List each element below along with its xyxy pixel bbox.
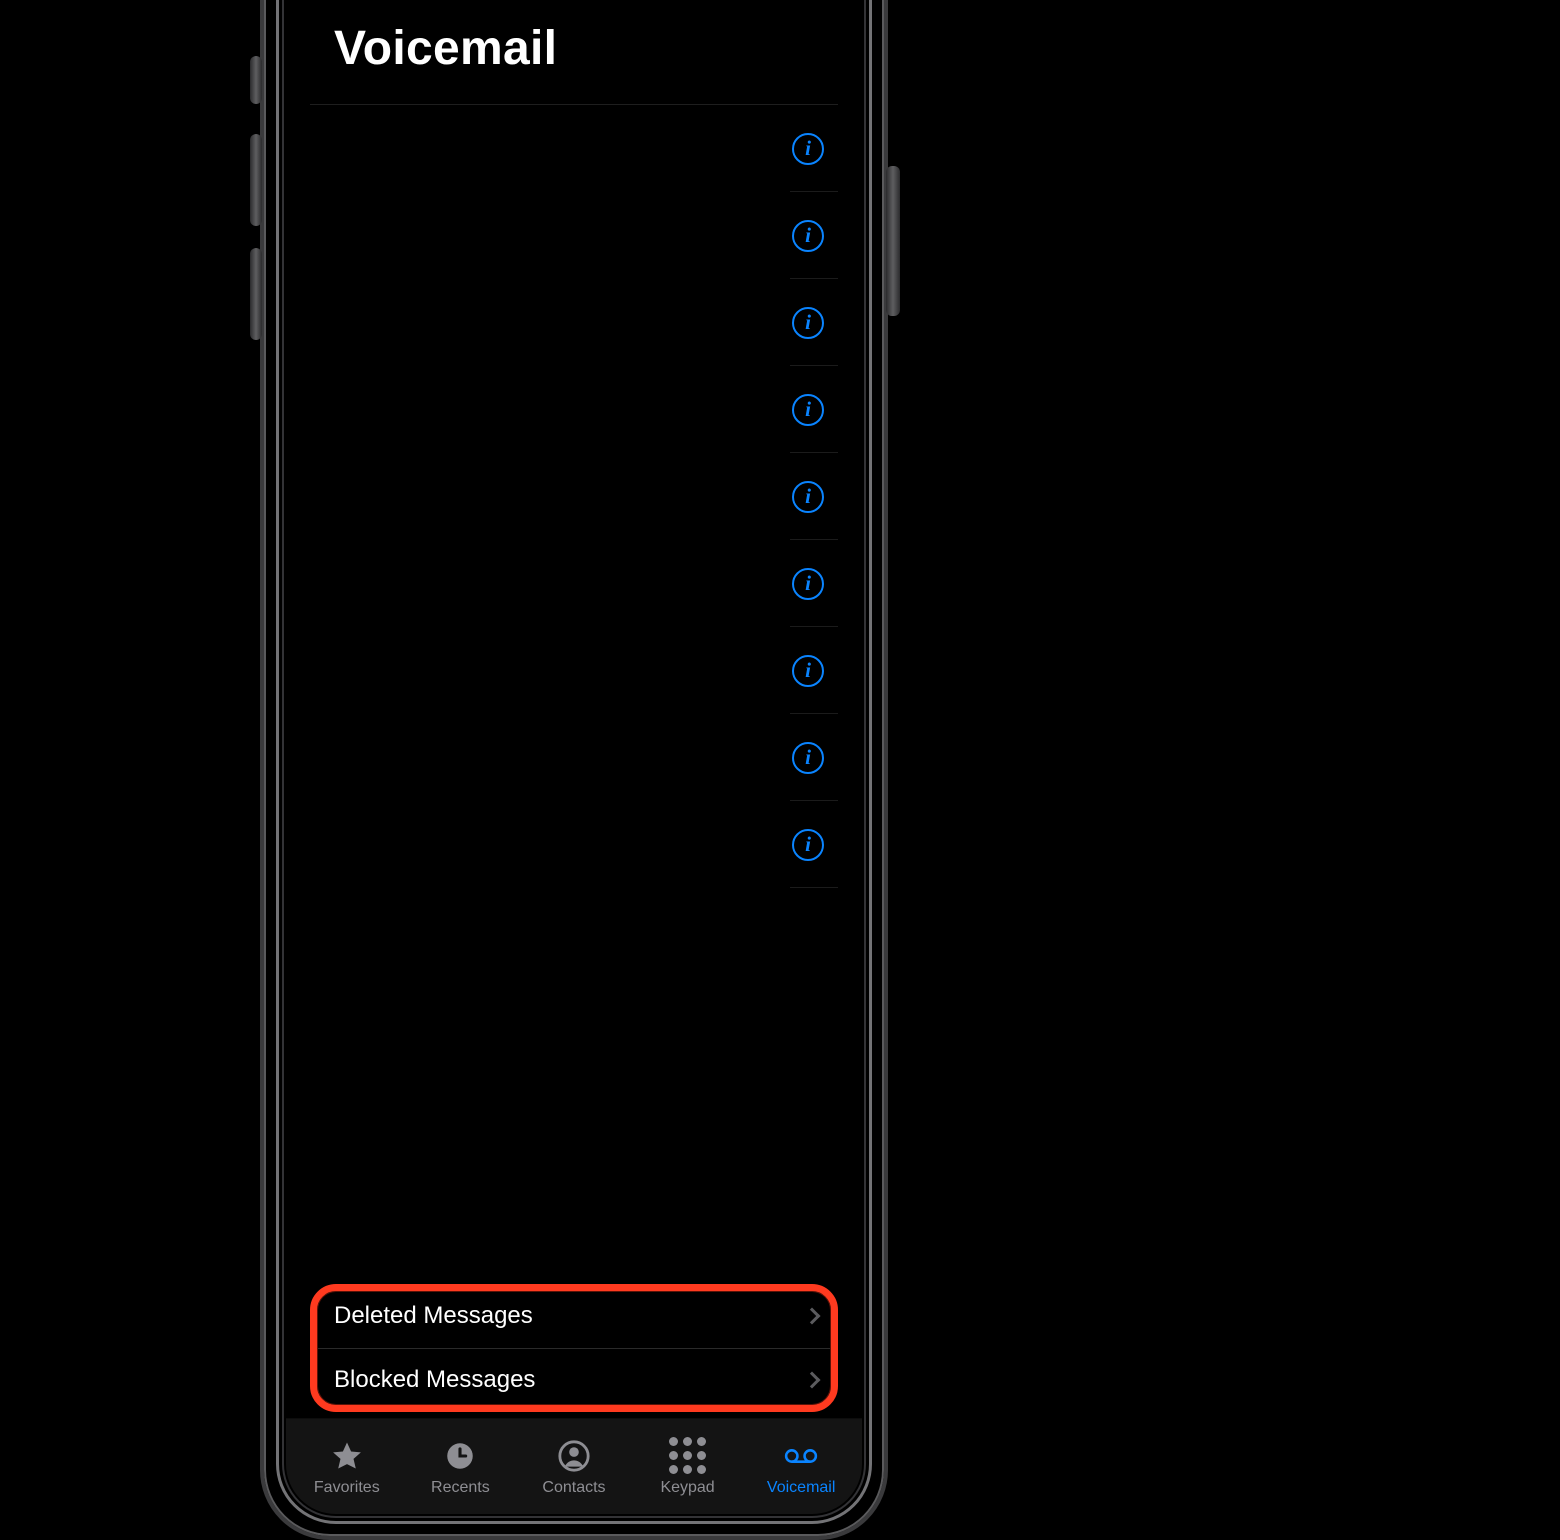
- info-icon[interactable]: i: [792, 220, 824, 252]
- tab-label: Keypad: [660, 1479, 714, 1497]
- tab-bar: Favorites Recents Contacts: [286, 1418, 862, 1514]
- tab-label: Favorites: [314, 1479, 380, 1497]
- phone-frame: Voicemail i i i i i i i i i Deleted Mess…: [260, 0, 888, 1540]
- voicemail-row[interactable]: i: [310, 540, 838, 627]
- power-button[interactable]: [886, 166, 900, 316]
- annotation-highlight: [310, 1284, 838, 1412]
- info-icon[interactable]: i: [792, 481, 824, 513]
- voicemail-list[interactable]: i i i i i i i i i: [310, 104, 838, 888]
- info-icon[interactable]: i: [792, 568, 824, 600]
- voicemail-row[interactable]: i: [310, 105, 838, 192]
- info-icon[interactable]: i: [792, 655, 824, 687]
- info-icon[interactable]: i: [792, 307, 824, 339]
- person-icon: [557, 1439, 591, 1473]
- star-icon: [330, 1439, 364, 1473]
- stage: Voicemail i i i i i i i i i Deleted Mess…: [0, 0, 1560, 1464]
- screen: Voicemail i i i i i i i i i Deleted Mess…: [286, 0, 862, 1514]
- header: Voicemail: [334, 21, 814, 76]
- keypad-icon: [671, 1439, 705, 1473]
- tab-recents[interactable]: Recents: [404, 1439, 518, 1497]
- page-title: Voicemail: [334, 21, 814, 76]
- clock-icon: [443, 1439, 477, 1473]
- voicemail-row[interactable]: i: [310, 192, 838, 279]
- tab-keypad[interactable]: Keypad: [631, 1439, 745, 1497]
- tab-contacts[interactable]: Contacts: [517, 1439, 631, 1497]
- tab-voicemail[interactable]: Voicemail: [744, 1439, 858, 1497]
- volume-down-button[interactable]: [250, 248, 262, 340]
- voicemail-icon: [784, 1439, 818, 1473]
- info-icon[interactable]: i: [792, 742, 824, 774]
- volume-up-button[interactable]: [250, 134, 262, 226]
- tab-label: Recents: [431, 1479, 490, 1497]
- tab-label: Voicemail: [767, 1479, 835, 1497]
- info-icon[interactable]: i: [792, 133, 824, 165]
- voicemail-row[interactable]: i: [310, 714, 838, 801]
- tab-label: Contacts: [542, 1479, 605, 1497]
- voicemail-row[interactable]: i: [310, 801, 838, 888]
- voicemail-row[interactable]: i: [310, 453, 838, 540]
- voicemail-row[interactable]: i: [310, 627, 838, 714]
- info-icon[interactable]: i: [792, 394, 824, 426]
- mute-switch[interactable]: [250, 56, 262, 104]
- voicemail-row[interactable]: i: [310, 366, 838, 453]
- tab-favorites[interactable]: Favorites: [290, 1439, 404, 1497]
- voicemail-row[interactable]: i: [310, 279, 838, 366]
- info-icon[interactable]: i: [792, 829, 824, 861]
